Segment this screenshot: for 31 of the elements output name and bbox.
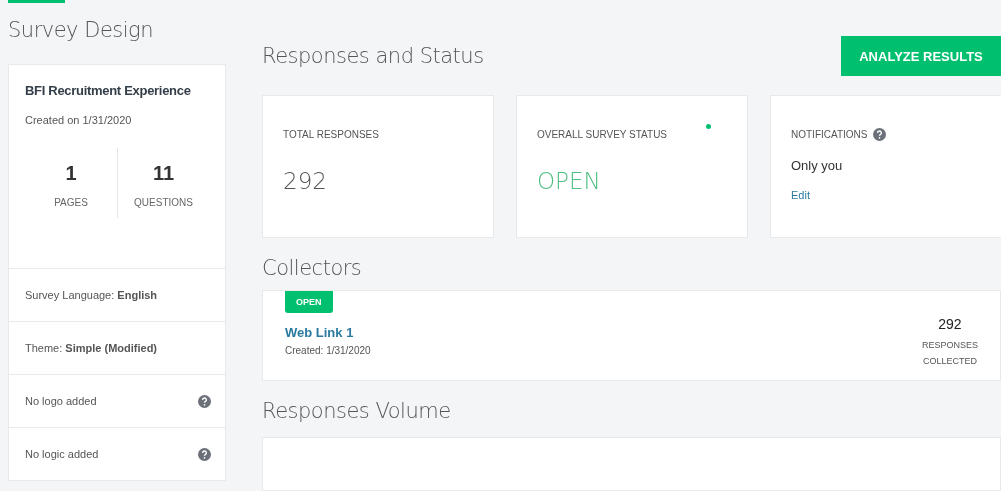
status-dot (706, 124, 711, 129)
row-text: No logo added (25, 395, 97, 407)
row-text: Theme: Simple (Modified) (25, 342, 158, 354)
section-heading: Survey Design (8, 18, 154, 42)
stat-label: QUESTIONS (134, 197, 193, 208)
collector-link[interactable]: Web Link 1 (285, 325, 371, 340)
help-icon[interactable] (198, 394, 211, 408)
status-badge: OPEN (285, 291, 333, 313)
stat-value: 1 (65, 162, 77, 185)
section-heading: Collectors (262, 256, 363, 280)
total-count: 292 (283, 168, 328, 194)
card-label: OVERALL SURVEY STATUS (537, 129, 668, 140)
survey-title: BFI Recruitment Experience (25, 83, 192, 98)
help-icon[interactable] (198, 447, 211, 461)
row-text: No logic added (25, 448, 99, 460)
section-heading: Responses Volume (262, 398, 452, 423)
notification-recipient: Only you (791, 158, 844, 173)
responses-count: 292 (938, 316, 962, 332)
count-label: RESPONSES (921, 340, 978, 350)
stat-label: PAGES (54, 197, 88, 208)
section-heading: Responses and Status (262, 44, 484, 68)
created-date: Created: 1/31/2020 (285, 345, 371, 356)
row-text: Survey Language: English (25, 289, 158, 301)
status-value: OPEN (537, 168, 602, 194)
created-date: Created on 1/31/2020 (25, 114, 133, 126)
card-label: TOTAL RESPONSES (283, 129, 379, 140)
count-label: COLLECTED (922, 356, 977, 366)
card-label: NOTIFICATIONS (791, 129, 868, 140)
edit-link[interactable]: Edit (791, 189, 810, 201)
stat-value: 11 (152, 162, 175, 185)
help-icon[interactable] (873, 128, 887, 141)
